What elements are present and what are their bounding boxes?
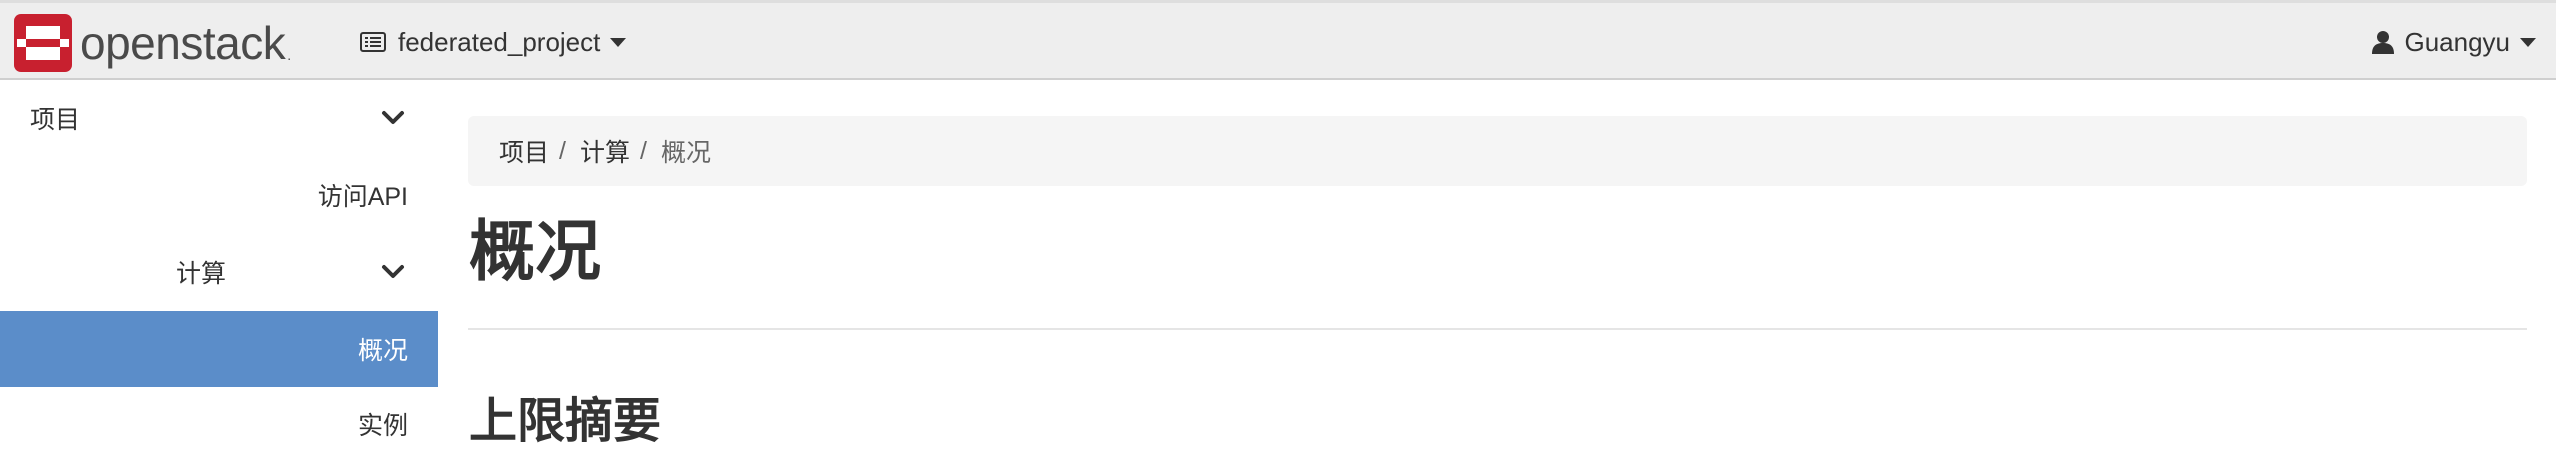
user-icon — [2372, 31, 2395, 54]
breadcrumb-separator: / — [639, 136, 647, 165]
brand-name: openstack — [80, 17, 286, 69]
breadcrumb-item-project[interactable]: 项目 — [499, 133, 549, 169]
breadcrumb: 项目 / 计算 / 概况 — [468, 116, 2527, 186]
top-navbar: openstack . federated_project Guangyu — [0, 0, 2556, 80]
chevron-down-icon — [382, 111, 404, 124]
caret-down-icon — [610, 37, 627, 47]
breadcrumb-item-overview: 概况 — [660, 139, 711, 167]
breadcrumb-item-compute[interactable]: 计算 — [580, 133, 630, 169]
chevron-down-icon — [382, 265, 404, 278]
sidebar-item-label: 项目 — [30, 106, 81, 134]
user-name: Guangyu — [2404, 26, 2510, 57]
sidebar-item-label: 访问API — [317, 183, 408, 211]
user-menu-dropdown[interactable]: Guangyu — [2372, 21, 2536, 63]
openstack-logo-icon — [14, 14, 72, 72]
sidebar-item-project[interactable]: 项目 — [0, 80, 438, 156]
caret-down-icon — [2520, 37, 2536, 47]
section-title-limit-summary: 上限摘要 — [469, 395, 662, 448]
divider — [468, 328, 2527, 330]
sidebar-item-label: 概况 — [357, 337, 408, 365]
project-name: federated_project — [398, 26, 601, 57]
list-icon — [360, 32, 386, 52]
brand-logo[interactable]: openstack . — [14, 11, 291, 75]
breadcrumb-separator: / — [559, 136, 566, 165]
sidebar-item-label: 计算 — [176, 260, 227, 288]
sidebar-nav: 项目 访问API 计算 概况 实例 — [0, 80, 438, 460]
sidebar-item-compute[interactable]: 计算 — [0, 234, 438, 310]
sidebar-item-overview[interactable]: 概况 — [0, 311, 438, 387]
project-switcher-dropdown[interactable]: federated_project — [360, 21, 627, 63]
brand-mark: . — [287, 47, 292, 63]
sidebar-item-label: 实例 — [357, 411, 408, 440]
sidebar-item-api-access[interactable]: 访问API — [0, 156, 438, 234]
page-title: 概况 — [469, 214, 601, 288]
sidebar-item-instances[interactable]: 实例 — [0, 387, 438, 460]
